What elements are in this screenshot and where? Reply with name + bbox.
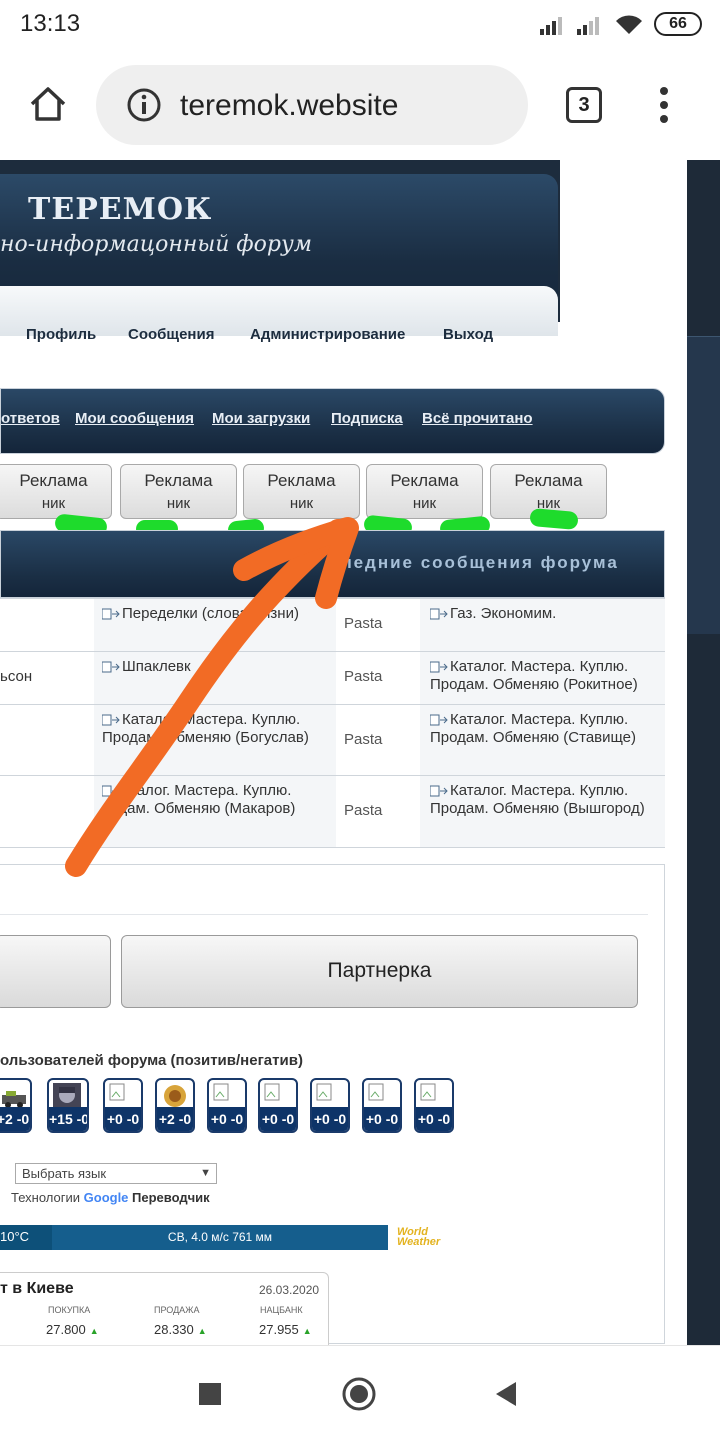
- annotation-arrow: [65, 517, 359, 877]
- home-icon[interactable]: [28, 84, 68, 124]
- address-bar[interactable]: teremok.website: [96, 65, 528, 145]
- status-time: 13:13: [20, 10, 81, 37]
- home-nav-icon[interactable]: [341, 1376, 377, 1412]
- wifi-icon: [616, 15, 642, 34]
- info-icon[interactable]: [126, 87, 162, 123]
- status-bar: 13:13 66: [0, 0, 720, 50]
- signal-icon-2: [577, 17, 599, 35]
- recents-icon[interactable]: [199, 1383, 221, 1405]
- back-icon[interactable]: [494, 1381, 518, 1407]
- browser-toolbar: teremok.website 3: [0, 50, 720, 160]
- battery-icon: 66: [654, 12, 702, 36]
- url-text[interactable]: teremok.website: [180, 89, 398, 123]
- tab-switcher-button[interactable]: 3: [566, 87, 602, 123]
- web-page: ТЕРЕМОК но-информацонный форум Профиль С…: [0, 160, 720, 1345]
- system-nav-bar: [0, 1345, 720, 1440]
- more-menu-icon[interactable]: [654, 86, 674, 124]
- signal-icon: [540, 17, 562, 35]
